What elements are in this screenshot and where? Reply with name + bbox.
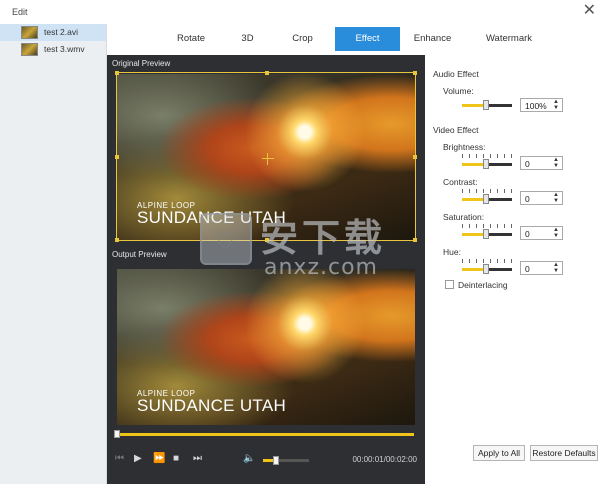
deinterlacing-label: Deinterlacing	[458, 280, 508, 290]
crop-handle[interactable]	[413, 155, 417, 159]
stop-icon[interactable]: ■	[173, 453, 179, 465]
brightness-slider[interactable]	[462, 154, 512, 169]
tab-enhance[interactable]: Enhance	[400, 27, 465, 51]
spinner-arrows-icon[interactable]: ▲ ▼	[553, 262, 559, 274]
brightness-spinner[interactable]: 0 ▲ ▼	[520, 156, 563, 170]
restore-defaults-button[interactable]: Restore Defaults	[530, 445, 598, 461]
video-thumbnail	[21, 43, 38, 56]
watermark-url: anxz.com	[264, 255, 378, 280]
saturation-spinner[interactable]: 0 ▲ ▼	[520, 226, 563, 240]
output-preview-video: ALPINE LOOP SUNDANCE UTAH	[117, 269, 415, 425]
playback-controls: ⏮ ▶ ⏩ ■ ⏭ 🔈 00:00:01/00:02:00	[107, 450, 425, 474]
spinner-arrows-icon[interactable]: ▲ ▼	[553, 99, 559, 111]
brightness-label: Brightness:	[443, 142, 486, 152]
video-caption-big: SUNDANCE UTAH	[137, 396, 287, 415]
spinner-arrows-icon[interactable]: ▲ ▼	[553, 157, 559, 169]
crop-handle[interactable]	[413, 71, 417, 75]
hue-value: 0	[525, 264, 530, 274]
slider-ticks	[462, 259, 512, 263]
volume-label: Volume:	[443, 86, 474, 96]
edit-tabs: Rotate 3D Crop Effect Enhance Watermark	[107, 27, 613, 51]
crop-handle[interactable]	[115, 155, 119, 159]
slider-knob[interactable]	[483, 159, 489, 169]
slider-ticks	[462, 189, 512, 193]
original-preview-label: Original Preview	[112, 59, 171, 68]
crop-handle[interactable]	[115, 238, 119, 242]
contrast-label: Contrast:	[443, 177, 478, 187]
tab-3d[interactable]: 3D	[225, 27, 270, 51]
play-icon[interactable]: ▶	[134, 453, 142, 465]
volume-slider[interactable]	[462, 100, 512, 110]
spinner-arrows-icon[interactable]: ▲ ▼	[553, 192, 559, 204]
window-title: Edit	[12, 7, 28, 17]
next-icon[interactable]: ⏭	[193, 453, 202, 465]
saturation-value: 0	[525, 229, 530, 239]
apply-to-all-button[interactable]: Apply to All	[473, 445, 525, 461]
volume-knob[interactable]	[273, 456, 279, 465]
site-watermark: ⛉ 安下载 anxz.com	[200, 205, 430, 290]
file-name: test 2.avi	[44, 27, 79, 37]
previous-icon[interactable]: ⏮	[115, 453, 124, 465]
volume-spinner[interactable]: 100% ▲ ▼	[520, 98, 563, 112]
brightness-value: 0	[525, 159, 530, 169]
file-list: test 2.avi test 3.wmv	[0, 24, 107, 484]
file-item[interactable]: test 3.wmv	[0, 41, 106, 58]
slider-ticks	[462, 154, 512, 158]
tab-rotate[interactable]: Rotate	[157, 27, 225, 51]
slider-ticks	[462, 224, 512, 228]
tab-crop[interactable]: Crop	[270, 27, 335, 51]
shield-icon: ⛉	[217, 229, 234, 254]
tab-watermark[interactable]: Watermark	[465, 27, 553, 51]
video-effect-title: Video Effect	[433, 125, 479, 135]
spinner-arrows-icon[interactable]: ▲ ▼	[553, 227, 559, 239]
saturation-slider[interactable]	[462, 224, 512, 239]
timecode: 00:00:01/00:02:00	[352, 455, 417, 464]
watermark-logo: ⛉	[200, 213, 252, 265]
seek-bar[interactable]	[119, 433, 414, 436]
file-name: test 3.wmv	[44, 44, 85, 54]
watermark-text: 安下载	[260, 216, 387, 260]
speaker-icon[interactable]: 🔈	[243, 453, 255, 465]
video-thumbnail	[21, 26, 38, 39]
saturation-label: Saturation:	[443, 212, 485, 222]
output-preview-label: Output Preview	[112, 250, 167, 259]
seek-knob[interactable]	[114, 430, 120, 438]
title-bar: Edit ✕	[0, 0, 613, 24]
volume-value: 100%	[525, 101, 547, 111]
deinterlacing-checkbox[interactable]	[445, 280, 454, 289]
audio-effect-title: Audio Effect	[433, 69, 479, 79]
close-icon[interactable]: ✕	[583, 3, 596, 19]
slider-knob[interactable]	[483, 264, 489, 274]
crop-handle[interactable]	[265, 71, 269, 75]
crosshair-icon[interactable]	[262, 153, 274, 165]
file-item[interactable]: test 2.avi	[0, 24, 106, 41]
contrast-value: 0	[525, 194, 530, 204]
hue-slider[interactable]	[462, 259, 512, 274]
crop-handle[interactable]	[115, 71, 119, 75]
hue-spinner[interactable]: 0 ▲ ▼	[520, 261, 563, 275]
slider-knob[interactable]	[483, 229, 489, 239]
fast-forward-icon[interactable]: ⏩	[153, 453, 165, 465]
effect-settings: Audio Effect Volume: 100% ▲ ▼ Video Effec…	[425, 55, 613, 484]
slider-knob[interactable]	[483, 194, 489, 204]
tab-effect[interactable]: Effect	[335, 27, 400, 51]
slider-knob[interactable]	[483, 100, 489, 110]
contrast-slider[interactable]	[462, 189, 512, 204]
contrast-spinner[interactable]: 0 ▲ ▼	[520, 191, 563, 205]
hue-label: Hue:	[443, 247, 461, 257]
